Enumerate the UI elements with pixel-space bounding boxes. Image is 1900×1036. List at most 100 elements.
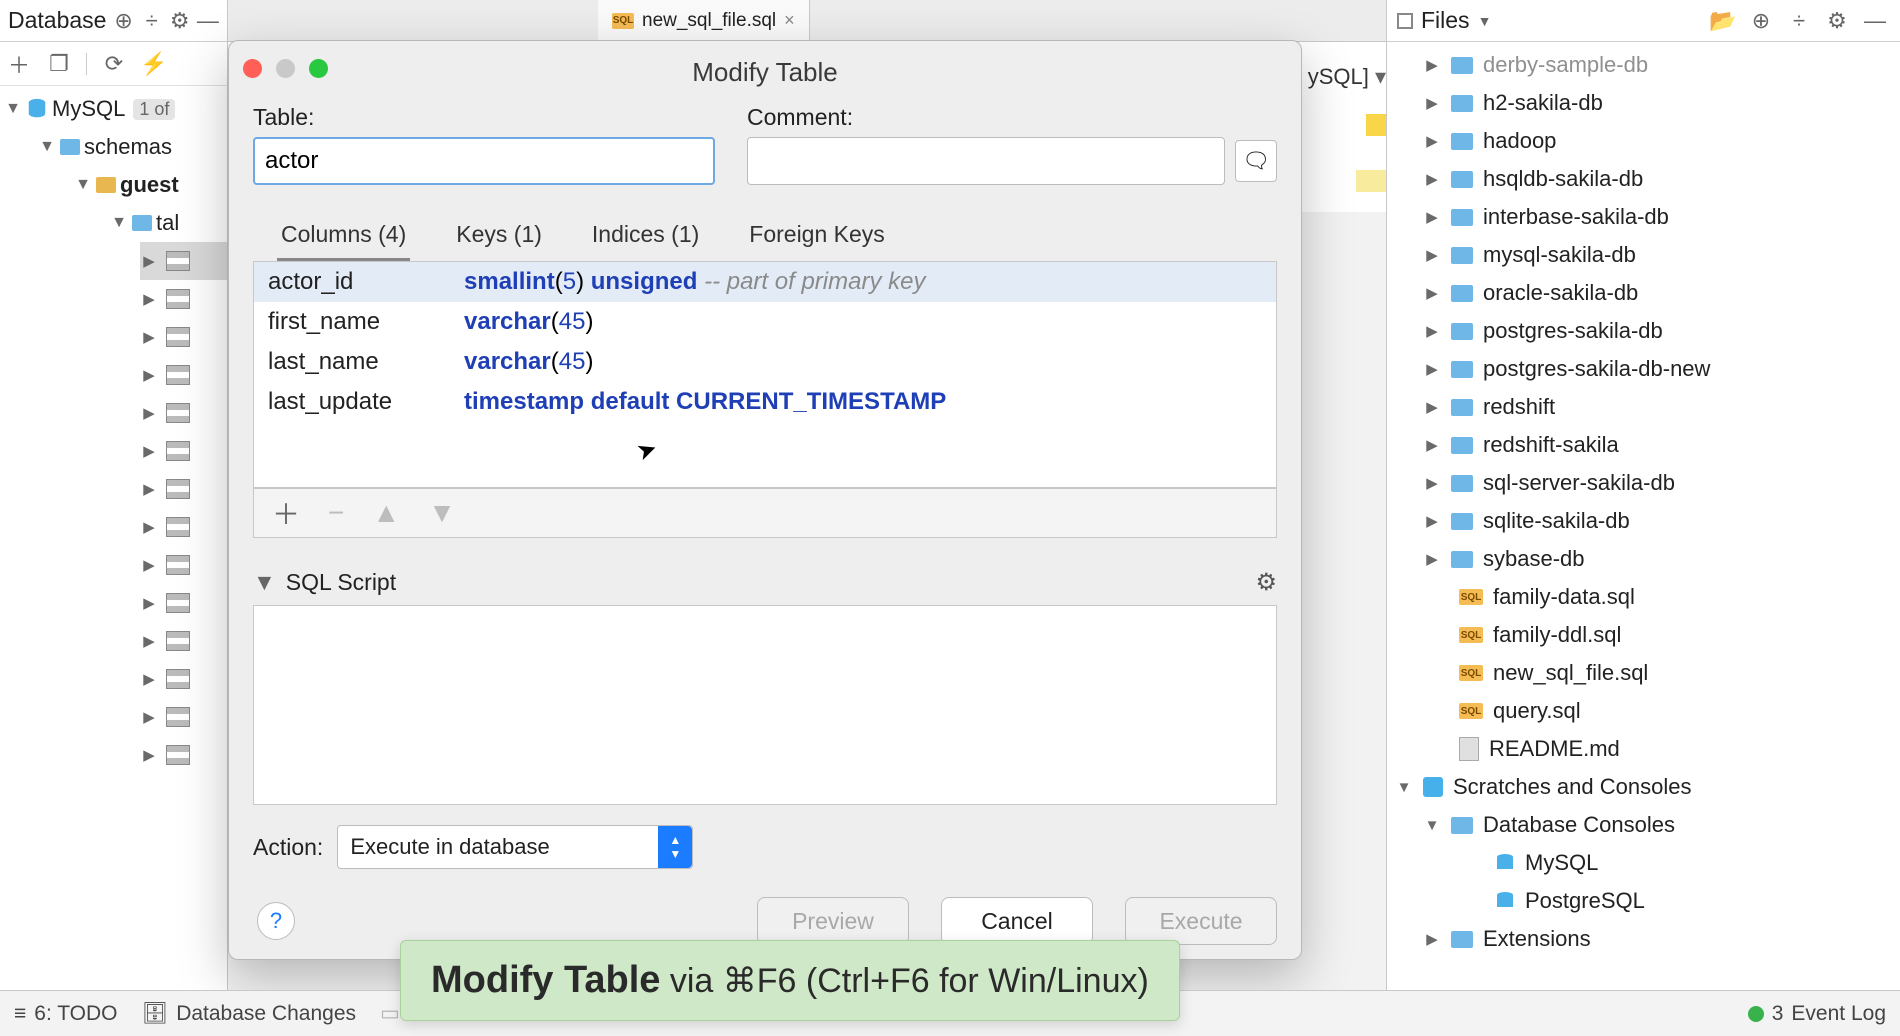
folder-row[interactable]: ▶redshift: [1387, 388, 1900, 426]
folder-row[interactable]: ▶sqlite-sakila-db: [1387, 502, 1900, 540]
add-column-icon[interactable]: ＋: [272, 493, 300, 533]
comment-input[interactable]: [747, 137, 1225, 185]
remove-column-icon[interactable]: −: [328, 497, 344, 529]
sql-script-header[interactable]: ▼ SQL Script ⚙: [253, 568, 1277, 597]
move-up-icon[interactable]: ▲: [372, 497, 400, 529]
column-row[interactable]: last_name varchar(45): [254, 342, 1276, 382]
consoles-node[interactable]: ▼Database Consoles: [1387, 806, 1900, 844]
tab-columns[interactable]: Columns (4): [277, 211, 410, 261]
tooltip-text: via ⌘F6 (Ctrl+F6 for Win/Linux): [660, 962, 1148, 1000]
table-row[interactable]: ▶: [140, 470, 227, 508]
divider-icon[interactable]: ÷: [1784, 8, 1814, 34]
db-changes-status[interactable]: 🗄Database Changes: [142, 1002, 356, 1026]
zoom-window-icon[interactable]: [309, 59, 328, 78]
table-row[interactable]: ▶: [140, 736, 227, 774]
folder-row[interactable]: ▶derby-sample-db: [1387, 46, 1900, 84]
chevron-down-icon[interactable]: ▼: [1478, 13, 1492, 29]
event-log-status[interactable]: 3 Event Log: [1748, 1002, 1886, 1026]
folder-row[interactable]: ▶oracle-sakila-db: [1387, 274, 1900, 312]
add-icon[interactable]: ＋: [6, 51, 32, 77]
execute-button[interactable]: Execute: [1125, 897, 1277, 945]
target-icon[interactable]: ⊕: [1746, 8, 1776, 34]
chevron-down-icon[interactable]: ▼: [74, 176, 92, 194]
sql-script-editor[interactable]: [253, 605, 1277, 805]
console-row[interactable]: MySQL: [1387, 844, 1900, 882]
chevron-right-icon[interactable]: ▶: [140, 252, 158, 270]
action-select[interactable]: Execute in database ▲▼: [337, 825, 693, 869]
column-row[interactable]: last_update timestamp default CURRENT_TI…: [254, 382, 1276, 422]
tab-foreign-keys[interactable]: Foreign Keys: [745, 211, 889, 261]
table-row[interactable]: ▶: [140, 280, 227, 318]
table-row[interactable]: ▶: [140, 698, 227, 736]
table-row[interactable]: ▶: [140, 394, 227, 432]
target-icon[interactable]: ⊕: [112, 8, 134, 34]
file-row[interactable]: SQLquery.sql: [1387, 692, 1900, 730]
chevron-down-icon[interactable]: ▼: [110, 214, 128, 232]
open-icon[interactable]: 📂: [1708, 8, 1738, 34]
folder-row[interactable]: ▶hadoop: [1387, 122, 1900, 160]
gear-icon[interactable]: ⚙: [1822, 8, 1852, 34]
table-row[interactable]: ▶: [140, 660, 227, 698]
folder-row[interactable]: ▶sql-server-sakila-db: [1387, 464, 1900, 502]
tab-keys[interactable]: Keys (1): [452, 211, 546, 261]
todo-status[interactable]: ≡6: TODO: [14, 1002, 118, 1026]
folder-label: redshift-sakila: [1483, 432, 1619, 458]
minimize-window-icon[interactable]: [276, 59, 295, 78]
folder-row[interactable]: ▶mysql-sakila-db: [1387, 236, 1900, 274]
refresh-icon[interactable]: ⟳: [101, 51, 127, 77]
filter-icon[interactable]: ⚡: [141, 51, 167, 77]
table-row[interactable]: ▶: [140, 432, 227, 470]
close-icon[interactable]: ×: [784, 10, 795, 31]
chevron-down-icon[interactable]: ▼: [4, 100, 22, 118]
folder-row[interactable]: ▶interbase-sakila-db: [1387, 198, 1900, 236]
column-row[interactable]: actor_id smallint(5) unsigned -- part of…: [254, 262, 1276, 302]
file-row[interactable]: SQLfamily-data.sql: [1387, 578, 1900, 616]
scratches-node[interactable]: ▼Scratches and Consoles: [1387, 768, 1900, 806]
minimize-icon[interactable]: —: [197, 8, 219, 34]
file-row[interactable]: SQLnew_sql_file.sql: [1387, 654, 1900, 692]
db-node-tables[interactable]: ▼ tal: [0, 204, 227, 242]
file-row[interactable]: README.md: [1387, 730, 1900, 768]
preview-button[interactable]: Preview: [757, 897, 909, 945]
copy-icon[interactable]: ❐: [46, 51, 72, 77]
move-down-icon[interactable]: ▼: [428, 497, 456, 529]
folder-row[interactable]: ▶h2-sakila-db: [1387, 84, 1900, 122]
table-row[interactable]: ▶: [140, 622, 227, 660]
folder-icon: [1451, 361, 1473, 378]
expand-comment-button[interactable]: 🗨: [1235, 140, 1277, 182]
table-row[interactable]: ▶: [140, 584, 227, 622]
table-name-input[interactable]: [253, 137, 715, 185]
chevron-down-icon[interactable]: ▼: [38, 138, 56, 156]
db-node-schema[interactable]: ▼ guest: [0, 166, 227, 204]
folder-icon: [1451, 931, 1473, 948]
table-row[interactable]: ▶: [140, 318, 227, 356]
folder-row[interactable]: ▶postgres-sakila-db-new: [1387, 350, 1900, 388]
chevron-down-icon[interactable]: ▼: [253, 569, 276, 596]
folder-row[interactable]: ▶postgres-sakila-db: [1387, 312, 1900, 350]
folder-icon: [1451, 817, 1473, 834]
editor-tab[interactable]: SQL new_sql_file.sql ×: [598, 0, 810, 41]
minimize-icon[interactable]: —: [1860, 8, 1890, 34]
help-button[interactable]: ?: [257, 902, 295, 940]
extensions-node[interactable]: ▶Extensions: [1387, 920, 1900, 958]
table-row[interactable]: ▶: [140, 546, 227, 584]
file-row[interactable]: SQLfamily-ddl.sql: [1387, 616, 1900, 654]
table-row[interactable]: ▶: [140, 356, 227, 394]
table-row[interactable]: ▶: [140, 242, 227, 280]
folder-row[interactable]: ▶redshift-sakila: [1387, 426, 1900, 464]
folder-row[interactable]: ▶hsqldb-sakila-db: [1387, 160, 1900, 198]
gear-icon[interactable]: ⚙: [1255, 568, 1277, 597]
divider-icon[interactable]: ÷: [141, 8, 163, 34]
tab-indices[interactable]: Indices (1): [588, 211, 703, 261]
column-row[interactable]: first_name varchar(45): [254, 302, 1276, 342]
cancel-button[interactable]: Cancel: [941, 897, 1093, 945]
db-node-mysql[interactable]: ▼ MySQL 1 of: [0, 90, 227, 128]
db-node-schemas[interactable]: ▼ schemas: [0, 128, 227, 166]
console-row[interactable]: PostgreSQL: [1387, 882, 1900, 920]
table-row[interactable]: ▶: [140, 508, 227, 546]
folder-row[interactable]: ▶sybase-db: [1387, 540, 1900, 578]
gear-icon[interactable]: ⚙: [169, 8, 191, 34]
folder-icon: [1451, 323, 1473, 340]
close-window-icon[interactable]: [243, 59, 262, 78]
stepper-icon[interactable]: ▲▼: [658, 826, 692, 868]
